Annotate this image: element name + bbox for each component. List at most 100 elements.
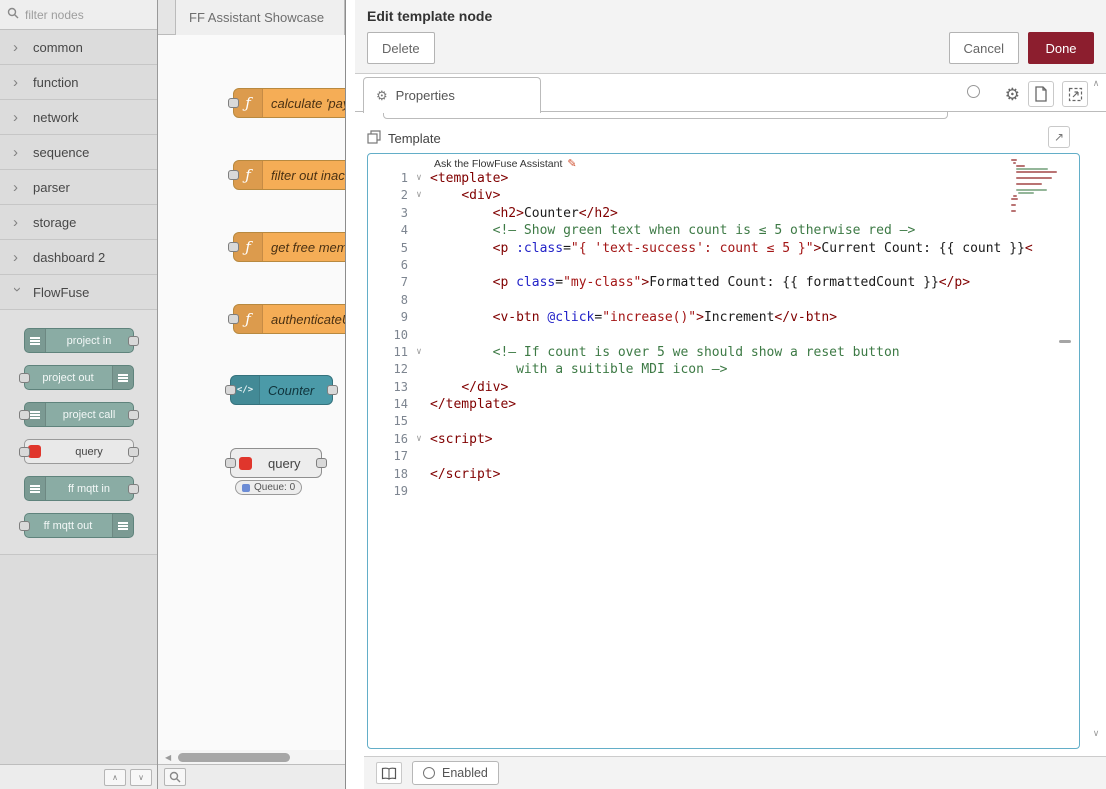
node-port[interactable] (128, 336, 139, 346)
workspace[interactable]: FF Assistant Showcase ƒcalculate 'pay ƒfi… (158, 0, 345, 789)
palette-category-sequence[interactable]: ›sequence (0, 135, 157, 170)
node-port[interactable] (19, 410, 30, 420)
fold-arrow-icon[interactable]: ∨ (408, 431, 430, 448)
node-port[interactable] (225, 458, 236, 468)
code-text: <script> (430, 431, 493, 448)
palette-categories: ›common›function›network›sequence›parser… (0, 30, 157, 555)
fold-arrow-icon[interactable]: ∨ (408, 187, 430, 204)
token (430, 223, 493, 238)
palette-node-ff-mqtt-out[interactable]: ff mqtt out (24, 513, 134, 538)
editor-line: 10 (368, 327, 1079, 344)
node-label: authenticateU (263, 312, 345, 327)
code-text: <v-btn @click="increase()">Increment</v-… (430, 309, 837, 326)
node-port[interactable] (316, 458, 327, 468)
assistant-hint-label: Ask the FlowFuse Assistant (434, 158, 562, 170)
token: <!— If count is over 5 we should show a … (493, 345, 900, 360)
editor-line: 6 (368, 257, 1079, 274)
node-port[interactable] (19, 447, 30, 457)
node-port[interactable] (128, 447, 139, 457)
tab-actions: ⚙ (1005, 81, 1088, 107)
palette-node-label: project call (46, 409, 133, 421)
palette-node-ff-mqtt-in[interactable]: ff mqtt in (24, 476, 134, 501)
docs-button[interactable] (1028, 81, 1054, 107)
flow-canvas[interactable]: ƒcalculate 'pay ƒfilter out inacti ƒget fr… (158, 35, 345, 750)
node-port[interactable] (228, 242, 239, 252)
editor-line: 7 <p class="my-class">Formatted Count: {… (368, 274, 1079, 291)
fold-spacer (408, 413, 430, 430)
template-label: Template (388, 131, 441, 146)
scroll-up-icon[interactable]: ∧ (1093, 78, 1100, 89)
assistant-hint[interactable]: Ask the FlowFuse Assistant ✎ (434, 157, 577, 170)
editor-line: 13 </div> (368, 379, 1079, 396)
horizontal-scrollbar-thumb[interactable] (178, 753, 290, 762)
token: <p (493, 241, 516, 256)
palette-node-project-in[interactable]: project in (24, 328, 134, 353)
scroll-down-icon[interactable]: ∨ (1093, 728, 1100, 739)
workspace-tab-ff-assistant-showcase[interactable]: FF Assistant Showcase (175, 0, 345, 35)
node-port[interactable] (327, 385, 338, 395)
node-port[interactable] (19, 521, 30, 531)
flow-node-filter-out-inacti[interactable]: ƒfilter out inacti (233, 160, 345, 190)
flow-node-query[interactable]: query (230, 448, 322, 478)
dialog-toolbar-right: Cancel Done (949, 32, 1094, 64)
palette-category-common[interactable]: ›common (0, 30, 157, 65)
settings-gear-icon[interactable]: ⚙ (1005, 86, 1020, 103)
expand-tray-button[interactable] (1062, 81, 1088, 107)
icon-glyph (30, 485, 40, 493)
palette-node-label: project in (46, 335, 133, 347)
palette-node-query[interactable]: query (24, 439, 134, 464)
palette-category-storage[interactable]: ›storage (0, 205, 157, 240)
queue-dot-icon (242, 484, 250, 492)
node-port[interactable] (228, 170, 239, 180)
tab-properties[interactable]: ⚙ Properties (363, 77, 541, 113)
token: </p> (939, 275, 970, 290)
dialog-scrollbar[interactable]: ∧ ∨ (1090, 78, 1102, 739)
dialog-title: Edit template node (355, 0, 1106, 31)
node-port[interactable] (128, 410, 139, 420)
palette-category-network[interactable]: ›network (0, 100, 157, 135)
cancel-button[interactable]: Cancel (949, 32, 1019, 64)
flow-node-counter[interactable]: </>Counter (230, 375, 333, 405)
flow-node-get-free-memo[interactable]: ƒget free memo (233, 232, 345, 262)
node-port[interactable] (225, 385, 236, 395)
node-port[interactable] (228, 98, 239, 108)
code-text: </div> (430, 379, 508, 396)
node-port[interactable] (228, 314, 239, 324)
icon-glyph (30, 411, 40, 419)
horizontal-scrollbar[interactable]: ◀ (158, 750, 345, 764)
flow-node-authenticateu[interactable]: ƒauthenticateU (233, 304, 345, 334)
palette-category-flowfuse[interactable]: ›FlowFuse (0, 275, 157, 310)
token: </v-btn> (774, 310, 837, 325)
palette-category-dashboard-2[interactable]: ›dashboard 2 (0, 240, 157, 275)
node-port[interactable] (128, 484, 139, 494)
scroll-left-icon[interactable]: ◀ (165, 753, 171, 762)
expand-editor-button[interactable]: ↗ (1048, 126, 1070, 148)
node-description-button[interactable] (376, 762, 402, 784)
code-text: </script> (430, 466, 500, 483)
clipped-input[interactable] (383, 112, 948, 119)
palette-expand-all-button[interactable]: ∨ (130, 769, 152, 786)
palette-collapse-all-button[interactable]: ∧ (104, 769, 126, 786)
fold-spacer (408, 327, 430, 344)
workspace-tab-label: FF Assistant Showcase (189, 10, 324, 25)
palette-node-project-out[interactable]: project out (24, 365, 134, 390)
palette-search-input[interactable] (25, 8, 141, 22)
flow-node-calculate-pay[interactable]: ƒcalculate 'pay (233, 88, 345, 118)
fold-arrow-icon[interactable]: ∨ (408, 344, 430, 361)
token (430, 275, 493, 290)
palette-category-parser[interactable]: ›parser (0, 170, 157, 205)
done-button[interactable]: Done (1028, 32, 1094, 64)
node-port[interactable] (19, 373, 30, 383)
enabled-toggle-button[interactable]: Enabled (412, 761, 499, 785)
zoom-button[interactable] (164, 768, 186, 786)
flowfuse-node-icon (112, 514, 133, 537)
delete-button[interactable]: Delete (367, 32, 435, 64)
token: class (516, 275, 555, 290)
fold-arrow-icon[interactable]: ∨ (408, 170, 430, 187)
code-editor[interactable]: Ask the FlowFuse Assistant ✎ 1∨<template… (367, 153, 1080, 749)
line-number: 15 (368, 413, 408, 430)
token (430, 380, 461, 395)
workspace-tab-bar: FF Assistant Showcase (158, 0, 345, 35)
palette-node-project-call[interactable]: project call (24, 402, 134, 427)
palette-category-function[interactable]: ›function (0, 65, 157, 100)
